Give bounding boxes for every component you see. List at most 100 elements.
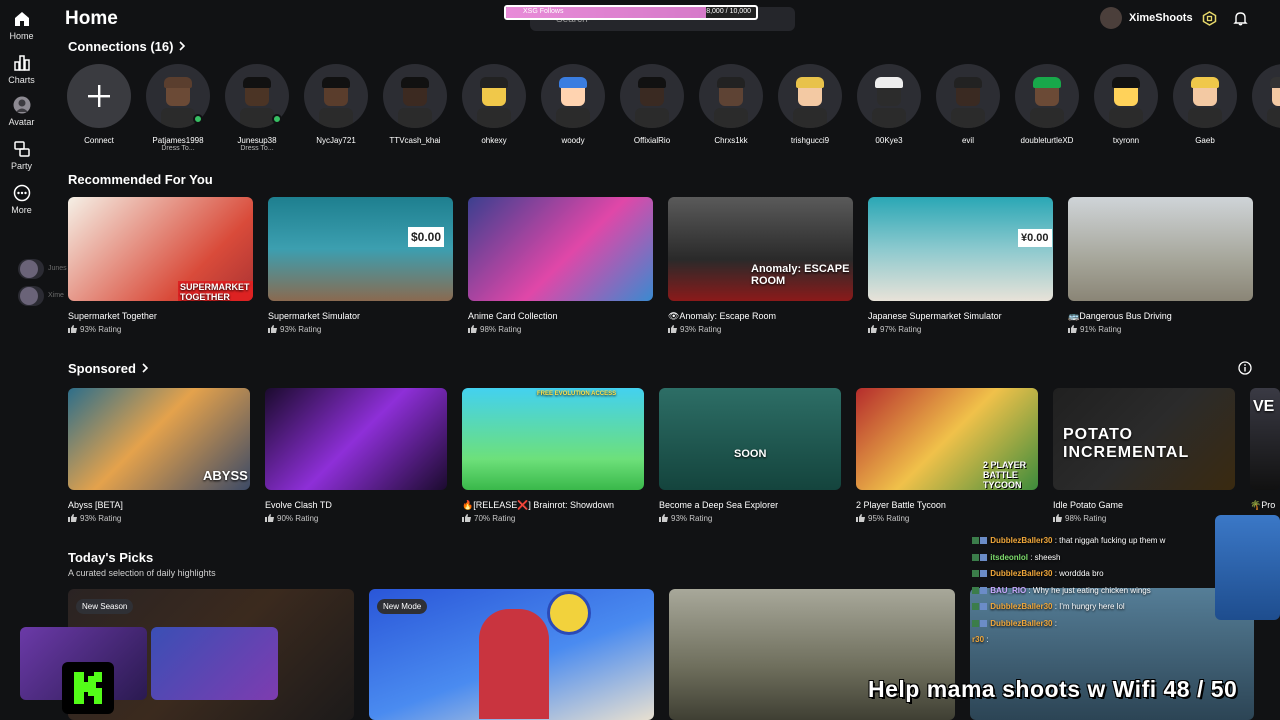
avatar-body bbox=[319, 108, 353, 128]
home-icon bbox=[14, 12, 29, 26]
chat-text: : worddda bro bbox=[1052, 569, 1104, 578]
connection-item[interactable]: txyronn bbox=[1088, 64, 1164, 145]
connect-button[interactable]: Connect bbox=[61, 64, 137, 145]
thumbnail-text: 2 PLAYER BATTLE TYCOON bbox=[983, 460, 1027, 490]
avatar-hair bbox=[638, 77, 666, 88]
game-card[interactable]: SOON Become a Deep Sea Explorer 93% Rating bbox=[659, 388, 841, 530]
sidebar-friend-avatar[interactable] bbox=[18, 286, 44, 306]
connections-heading[interactable]: Connections (16) bbox=[68, 39, 186, 54]
connection-name: NycJay721 bbox=[316, 136, 356, 145]
game-card[interactable]: Anime Card Collection 98% Rating bbox=[468, 197, 653, 341]
chat-badge-icon bbox=[980, 603, 987, 610]
thumbs-up-icon bbox=[868, 325, 877, 333]
sidebar-item-label: Party bbox=[10, 161, 32, 171]
avatar-hair bbox=[1191, 77, 1219, 88]
connection-item[interactable]: 00Kye3 bbox=[851, 64, 927, 145]
connection-item[interactable]: Junesup38 Dress To... bbox=[219, 64, 295, 152]
thumbnail-text: FREE EVOLUTION ACCESS bbox=[537, 391, 617, 397]
charts-icon bbox=[13, 55, 30, 71]
game-card[interactable]: $0.00 Supermarket Simulator 93% Rating bbox=[268, 197, 453, 341]
sidebar-item-charts[interactable]: Charts bbox=[0, 54, 43, 85]
goal-current: 8,000 bbox=[706, 8, 724, 15]
connection-name: txyronn bbox=[1112, 136, 1140, 145]
avatar bbox=[67, 64, 131, 128]
connection-name: trishgucci9 bbox=[790, 136, 830, 145]
game-card[interactable]: SUPERMARKET TOGETHER Supermarket Together… bbox=[68, 197, 253, 341]
avatar-hair bbox=[480, 77, 508, 88]
game-card[interactable]: POTATO INCREMENTAL Idle Potato Game 98% Ra… bbox=[1053, 388, 1235, 530]
thumbs-up-icon bbox=[462, 514, 471, 522]
sponsored-heading[interactable]: Sponsored bbox=[68, 361, 149, 376]
game-thumbnail bbox=[1068, 197, 1253, 301]
chevron-right-icon bbox=[179, 41, 186, 51]
game-title: Abyss [BETA] bbox=[68, 500, 123, 510]
chat-username: DubblezBaller30 bbox=[990, 536, 1053, 545]
avatar bbox=[1252, 64, 1280, 128]
rating-value: 97% Rating bbox=[880, 325, 922, 334]
rating-value: 90% Rating bbox=[277, 514, 319, 523]
robux-icon[interactable] bbox=[1202, 11, 1217, 26]
avatar bbox=[1094, 64, 1158, 128]
connection-item[interactable]: NycJay721 bbox=[298, 64, 374, 145]
game-card[interactable]: Anomaly: ESCAPE ROOM 👁Anomaly: Escape Roo… bbox=[668, 197, 853, 341]
game-card[interactable]: 2 PLAYER BATTLE TYCOON 2 Player Battle Ty… bbox=[856, 388, 1038, 530]
connection-item[interactable]: evil bbox=[930, 64, 1006, 145]
game-card[interactable]: Evolve Clash TD 90% Rating bbox=[265, 388, 447, 530]
game-card[interactable]: VE 🌴Pro bbox=[1250, 388, 1280, 530]
sidebar-item-home[interactable]: Home bbox=[0, 10, 43, 41]
thumbs-up-icon bbox=[856, 514, 865, 522]
thumbnail-text: VE bbox=[1253, 398, 1275, 415]
goal-target: 10,000 bbox=[729, 8, 751, 15]
avatar bbox=[462, 64, 526, 128]
connection-name: Patjames1998 bbox=[152, 136, 204, 145]
game-card[interactable]: 🚌Dangerous Bus Driving 91% Rating bbox=[1068, 197, 1253, 341]
thumbs-up-icon bbox=[68, 325, 77, 333]
sidebar-friend-avatar[interactable] bbox=[18, 259, 44, 279]
game-rating: 93% Rating bbox=[68, 325, 121, 334]
webcam-overlay bbox=[151, 627, 278, 700]
thumbnail-text: ¥0.00 bbox=[1018, 229, 1052, 247]
connection-item[interactable]: TTVcash_khai bbox=[377, 64, 453, 145]
game-card[interactable]: FREE EVOLUTION ACCESS 🔥[RELEASE❌] Brainro… bbox=[462, 388, 644, 530]
connection-item[interactable]: doubleturtleXD bbox=[1009, 64, 1085, 145]
avatar bbox=[1173, 64, 1237, 128]
avatar-body bbox=[635, 108, 669, 128]
connection-item[interactable]: trishgucci9 bbox=[772, 64, 848, 145]
avatar bbox=[541, 64, 605, 128]
notification-bell-icon[interactable] bbox=[1233, 11, 1248, 26]
avatar-body bbox=[1030, 108, 1064, 128]
chat-message: DubblezBaller30 : worddda bro bbox=[972, 569, 1104, 578]
sidebar-item-party[interactable]: Party bbox=[0, 140, 43, 171]
game-rating: 91% Rating bbox=[1068, 325, 1121, 334]
connection-item[interactable]: OffixialRio bbox=[614, 64, 690, 145]
game-card[interactable]: ABYSS Abyss [BETA] 93% Rating bbox=[68, 388, 250, 530]
username[interactable]: XimeShoots bbox=[1129, 12, 1193, 24]
info-icon[interactable] bbox=[1238, 361, 1252, 375]
thumbnail-text: Anomaly: ESCAPE ROOM bbox=[751, 263, 850, 287]
chat-text: : I'm hungry here lol bbox=[1052, 602, 1125, 611]
connection-name: J bbox=[1246, 136, 1280, 145]
sidebar-item-more[interactable]: More bbox=[0, 184, 43, 215]
connection-item[interactable]: J bbox=[1246, 64, 1280, 145]
goal-label: XSG Follows bbox=[523, 8, 564, 15]
connection-item[interactable]: Patjames1998 Dress To... bbox=[140, 64, 216, 152]
game-title: 🔥[RELEASE❌] Brainrot: Showdown bbox=[462, 500, 614, 510]
avatar-body bbox=[951, 108, 985, 128]
kick-logo-icon bbox=[62, 662, 114, 714]
game-title: Japanese Supermarket Simulator bbox=[868, 311, 1002, 321]
avatar bbox=[699, 64, 763, 128]
game-card[interactable]: ¥0.00 Japanese Supermarket Simulator 97% R… bbox=[868, 197, 1053, 341]
game-rating: 93% Rating bbox=[668, 325, 721, 334]
picks-heading: Today's Picks bbox=[68, 550, 154, 565]
sidebar-item-avatar[interactable]: Avatar bbox=[0, 96, 43, 127]
connection-item[interactable]: Chrxs1kk bbox=[693, 64, 769, 145]
avatar[interactable] bbox=[1100, 7, 1122, 29]
connection-item[interactable]: woody bbox=[535, 64, 611, 145]
connection-item[interactable]: Gaeb bbox=[1167, 64, 1243, 145]
stream-goal-text: Help mama shoots w Wifi 48 / 50 bbox=[868, 676, 1238, 702]
avatar-hair bbox=[796, 77, 824, 88]
game-title: 🚌Dangerous Bus Driving bbox=[1068, 311, 1172, 321]
game-rating: 98% Rating bbox=[1053, 514, 1106, 523]
connection-item[interactable]: ohkexy bbox=[456, 64, 532, 145]
connection-name: Gaeb bbox=[1195, 136, 1215, 145]
